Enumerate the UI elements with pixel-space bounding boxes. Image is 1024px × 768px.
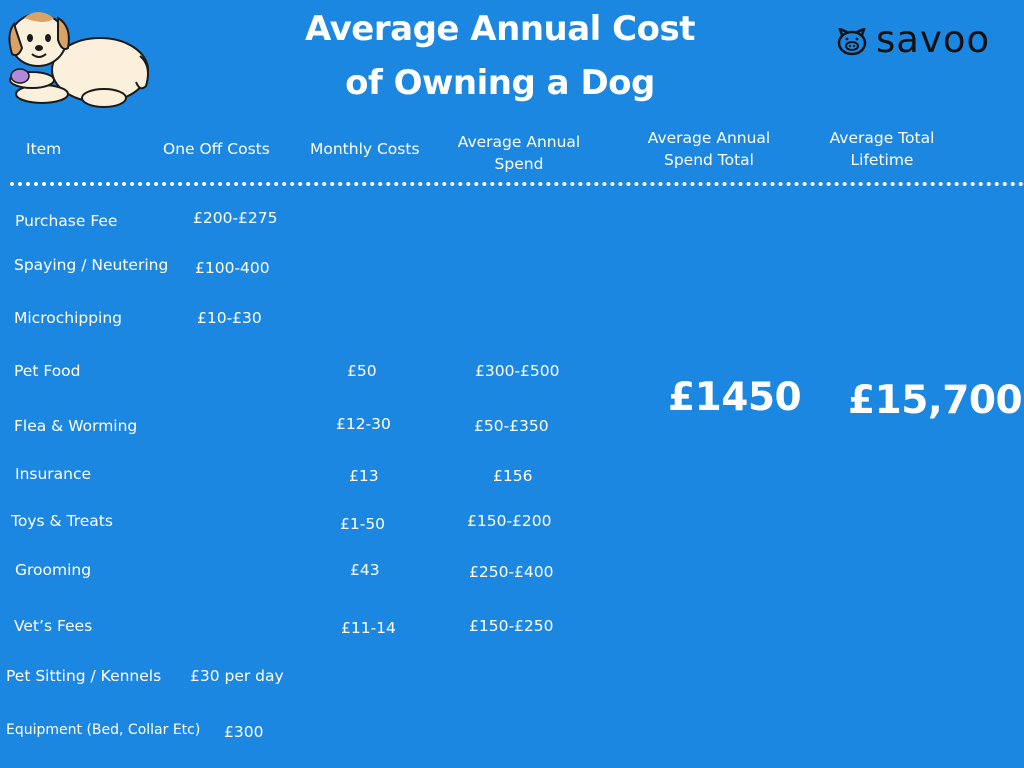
row-one-off: £10-£30	[197, 309, 262, 327]
row-monthly: £50	[347, 362, 377, 380]
row-item: Purchase Fee	[15, 212, 118, 230]
header-lifetime: Average Total Lifetime	[812, 127, 952, 171]
header-annual-total-line-1: Average Annual	[647, 129, 771, 147]
lifetime-total: £15,700	[848, 378, 1023, 423]
row-one-off: £30 per day	[190, 667, 284, 685]
row-annual: £300-£500	[475, 362, 560, 380]
page-title: Average Annual Cost of Owning a Dog	[0, 2, 1000, 110]
row-item: Grooming	[15, 561, 92, 579]
header-annual-total: Average Annual Spend Total	[639, 127, 779, 171]
header-divider	[10, 182, 1024, 186]
row-monthly: £11-14	[341, 619, 396, 637]
row-item: Spaying / Neutering	[14, 256, 169, 274]
pig-icon	[837, 28, 867, 56]
row-monthly: £1-50	[340, 515, 386, 533]
row-annual: £50-£350	[474, 417, 549, 435]
header-item: Item	[26, 140, 62, 158]
row-item: Pet Food	[14, 362, 81, 380]
row-item: Vet’s Fees	[14, 617, 93, 635]
row-annual: £150-£250	[469, 617, 554, 635]
row-annual: £250-£400	[469, 563, 554, 581]
row-one-off: £100-400	[195, 259, 270, 277]
header-lifetime-line-1: Average Total	[829, 129, 935, 147]
row-one-off: £300	[224, 723, 264, 741]
header-annual-line-2: Spend	[494, 155, 544, 173]
row-item: Flea & Worming	[14, 417, 138, 435]
row-one-off: £200-£275	[193, 209, 278, 227]
header-lifetime-line-2: Lifetime	[850, 151, 914, 169]
row-item: Pet Sitting / Kennels	[6, 667, 162, 685]
title-line-2: of Owning a Dog	[345, 63, 655, 103]
row-item: Microchipping	[14, 309, 123, 327]
annual-spend-total: £1450	[668, 375, 802, 420]
header-monthly: Monthly Costs	[310, 140, 420, 158]
row-annual: £156	[493, 467, 533, 485]
row-item: Insurance	[15, 465, 92, 483]
header-one-off: One Off Costs	[163, 140, 270, 158]
brand-logo-text: savoo	[876, 18, 991, 61]
row-item: Equipment (Bed, Collar Etc)	[6, 722, 201, 738]
row-item: Toys & Treats	[11, 512, 113, 530]
header-annual-total-line-2: Spend Total	[663, 151, 754, 169]
row-monthly: £13	[349, 467, 379, 485]
row-annual: £150-£200	[467, 512, 552, 530]
header-annual: Average Annual Spend	[449, 131, 589, 175]
row-monthly: £12-30	[336, 415, 391, 433]
header-annual-line-1: Average Annual	[457, 133, 581, 151]
row-monthly: £43	[350, 561, 380, 579]
